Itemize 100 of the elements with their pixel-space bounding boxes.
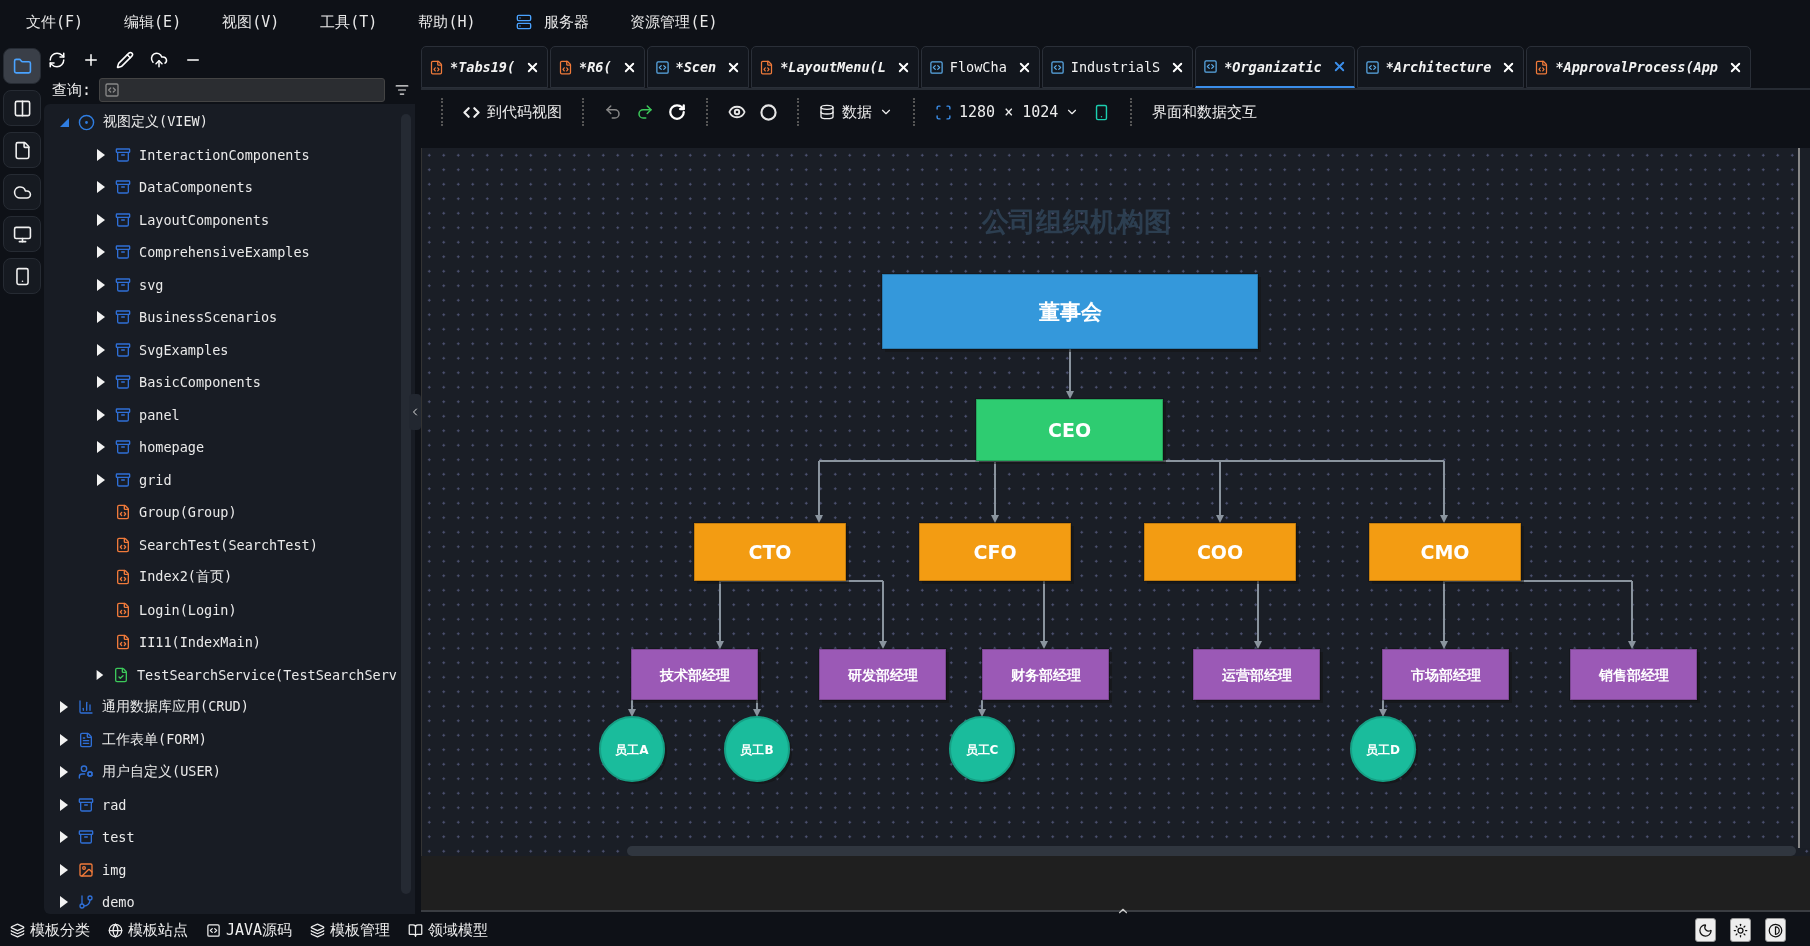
redo-icon[interactable] (636, 103, 654, 121)
tree-item[interactable]: Login(Login) (44, 593, 397, 626)
database-icon (819, 104, 835, 120)
tree-item[interactable]: SvgExamples (44, 333, 397, 366)
sidebar-tab[interactable] (3, 132, 41, 168)
add-icon[interactable] (82, 51, 100, 69)
collapsed-arrow-icon[interactable] (58, 700, 70, 715)
tree-item[interactable]: rad (44, 788, 397, 821)
menu-item[interactable]: 服务器 (516, 12, 611, 32)
edit-icon[interactable] (116, 51, 134, 69)
tree-item[interactable]: DataComponents (44, 171, 397, 204)
sidebar-tab[interactable] (3, 174, 41, 210)
tree-item[interactable]: Index2(首页) (44, 561, 397, 594)
tree-item[interactable]: test (44, 821, 397, 854)
tree-item[interactable]: svg (44, 268, 397, 301)
menu-item[interactable]: 文件(F) (26, 12, 105, 32)
tree-item[interactable]: grid (44, 463, 397, 496)
sidebar-tab[interactable] (3, 90, 41, 126)
data-dropdown[interactable]: 数据 (819, 102, 893, 122)
tree-item[interactable]: LayoutComponents (44, 203, 397, 236)
collapsed-arrow-icon[interactable] (58, 830, 70, 845)
collapsed-arrow-icon[interactable] (58, 862, 70, 877)
interaction-button[interactable]: 界面和数据交互 (1152, 102, 1258, 122)
tree-item[interactable]: II11(IndexMain) (44, 626, 397, 659)
tree-item[interactable]: InteractionComponents (44, 138, 397, 171)
tree-item[interactable]: 工作表单(FORM) (44, 723, 397, 756)
editor-tab[interactable]: FlowCha (920, 46, 1040, 88)
tree-item[interactable]: Group(Group) (44, 496, 397, 529)
collapsed-arrow-icon[interactable] (95, 375, 107, 390)
size-dropdown[interactable]: 1280 × 1024 (935, 103, 1080, 121)
scrollbar[interactable] (627, 846, 1796, 856)
collapsed-arrow-icon[interactable] (58, 895, 70, 910)
tree-item[interactable]: 用户自定义(USER) (44, 756, 397, 789)
collapsed-arrow-icon[interactable] (95, 180, 107, 195)
collapsed-arrow-icon[interactable] (95, 310, 107, 325)
connector-arrow (1040, 580, 1048, 649)
collapsed-arrow-icon[interactable] (58, 797, 70, 812)
collapsed-arrow-icon[interactable] (95, 147, 107, 162)
code-file-icon (115, 634, 131, 651)
menu-item[interactable]: 编辑(E) (124, 12, 203, 32)
dark-theme-button[interactable] (1695, 918, 1716, 942)
tree-item[interactable]: ComprehensiveExamples (44, 236, 397, 269)
status-item[interactable]: 模板分类 (10, 920, 90, 940)
tree-item[interactable]: img (44, 853, 397, 886)
auto-theme-button[interactable] (1765, 918, 1786, 942)
eye-icon[interactable] (728, 103, 746, 121)
editor-tab[interactable]: *Scen (646, 46, 750, 88)
search-field[interactable] (99, 78, 385, 102)
light-theme-button[interactable] (1730, 918, 1751, 942)
status-item[interactable]: 模板管理 (310, 920, 391, 940)
tree-item[interactable]: SearchTest(SearchTest) (44, 528, 397, 561)
refresh-icon[interactable] (48, 51, 66, 69)
editor-tab[interactable]: *Tabs19( (421, 46, 549, 88)
sidebar-tab[interactable] (3, 48, 41, 84)
refresh-icon[interactable] (668, 103, 686, 121)
tree-item[interactable]: 视图定义(VIEW) (44, 106, 397, 139)
collapsed-arrow-icon[interactable] (95, 472, 107, 487)
editor-tab[interactable]: *Architecture (1356, 46, 1525, 88)
editor-tab[interactable]: *ApprovalProcess(App (1526, 46, 1751, 88)
sidebar-tab[interactable] (3, 258, 41, 294)
board-node: 董事会 (881, 273, 1261, 352)
sidebar-tab[interactable] (3, 216, 41, 252)
upload-icon[interactable] (150, 51, 168, 69)
code-view-button[interactable]: 到代码视图 (463, 102, 562, 122)
contrast-icon (1768, 922, 1783, 938)
tree-item[interactable]: panel (44, 398, 397, 431)
menu-item[interactable]: 视图(V) (222, 12, 301, 32)
tree-item[interactable]: TestSearchService(TestSearchServ (44, 658, 397, 691)
collapsed-arrow-icon[interactable] (95, 342, 107, 357)
collapsed-arrow-icon[interactable] (95, 440, 107, 455)
status-item[interactable]: 领域模型 (408, 920, 489, 940)
collapsed-arrow-icon[interactable] (95, 212, 107, 227)
collapsed-arrow-icon[interactable] (95, 245, 107, 260)
manager-node: 运营部经理 (1192, 648, 1323, 703)
menu-item[interactable]: 帮助(H) (418, 12, 497, 32)
status-item[interactable]: 模板站点 (108, 920, 188, 940)
editor-tab[interactable]: *LayoutMenu(L (751, 46, 919, 88)
collapse-button[interactable] (409, 394, 421, 430)
scrollbar[interactable] (1798, 148, 1810, 848)
undo-icon[interactable] (604, 103, 622, 121)
menu-item[interactable]: 工具(T) (320, 12, 399, 32)
tree-item[interactable]: demo (44, 886, 397, 914)
employee-node: 员工C (949, 716, 1017, 784)
menu-item[interactable]: 资源管理(E) (630, 12, 739, 32)
collapsed-arrow-icon[interactable] (95, 277, 107, 292)
collapsed-arrow-icon[interactable] (58, 765, 70, 780)
layers-icon (310, 922, 326, 938)
collapsed-arrow-icon[interactable] (95, 407, 107, 422)
moon-icon (1698, 922, 1713, 938)
editor-tab[interactable]: *Organizatic (1195, 46, 1355, 88)
code-file-icon (1534, 59, 1550, 75)
collapsed-arrow-icon[interactable] (58, 732, 70, 747)
circle-icon[interactable] (760, 103, 777, 121)
tree-item[interactable]: BasicComponents (44, 366, 397, 399)
editor-tab[interactable]: IndustrialS (1041, 46, 1194, 88)
tree-item[interactable]: 通用数据库应用(CRUD) (44, 691, 397, 724)
tree-item[interactable]: homepage (44, 431, 397, 464)
status-item[interactable]: JAVA源码 (206, 920, 293, 940)
tree-item[interactable]: BusinessScenarios (44, 301, 397, 334)
editor-tab[interactable]: *R6( (550, 46, 645, 88)
